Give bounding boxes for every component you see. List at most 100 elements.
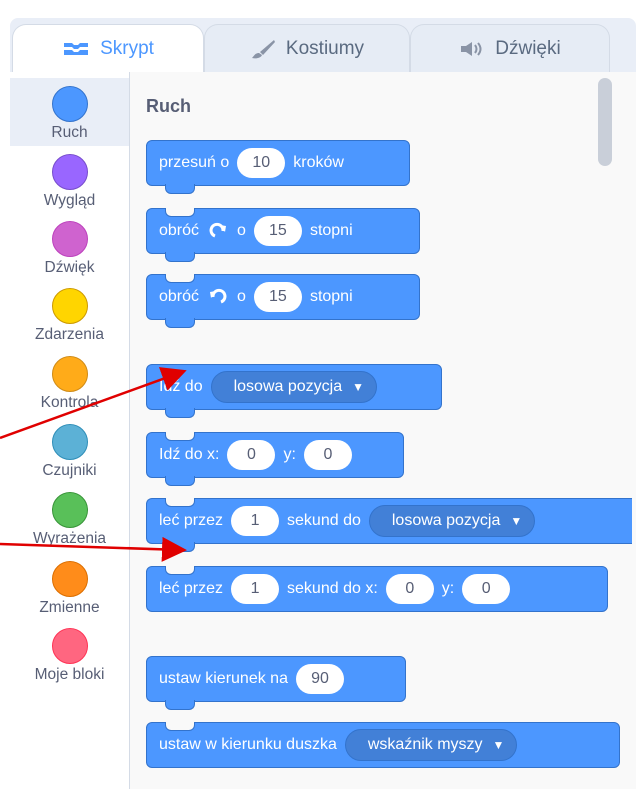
block-text: y: [283,446,296,463]
block-text: leć przez [159,512,224,529]
y-input[interactable]: 0 [303,440,352,470]
block-connector [165,318,195,328]
motion-dot-icon [51,86,88,122]
block-turn-right[interactable]: obróć o 15 stopni [146,208,420,262]
category-control[interactable]: Kontrola [10,348,129,416]
events-dot-icon [51,288,88,324]
caret-down-icon: ▼ [352,380,364,394]
block-notch [165,566,195,575]
speaker-icon [459,40,485,58]
block-text: kroków [293,154,344,171]
category-label: Zdarzenia [35,326,104,343]
palette-section-title: Ruch [146,96,191,116]
variables-dot-icon [51,561,88,597]
category-label: Dźwięk [44,259,95,276]
category-label: Wygląd [43,192,96,209]
dropdown-value: losowa pozycja [391,512,501,529]
block-point-direction[interactable]: ustaw kierunek na 90 [146,656,406,710]
block-notch [165,208,195,217]
block-text: Idź do [159,378,203,395]
y-input[interactable]: 0 [462,574,511,604]
block-text: obróć [159,288,200,305]
block-glide-to[interactable]: leć przez 1 sekund do losowa pozycja ▼ [146,498,632,552]
tab-costumes[interactable]: Kostiumy [204,24,410,72]
steps-input[interactable]: 10 [237,148,286,178]
direction-input[interactable]: 90 [295,664,344,694]
category-operators[interactable]: Wyrażenia [10,484,129,552]
point-towards-dropdown[interactable]: wskaźnik myszy ▼ [344,729,518,761]
degrees-input[interactable]: 15 [253,282,302,312]
block-text: ustaw kierunek na [159,670,288,687]
block-notch [165,432,195,441]
category-label: Moje bloki [34,666,105,683]
caret-down-icon: ▼ [510,514,523,528]
dropdown-value: wskaźnik myszy [367,736,483,753]
x-input[interactable]: 0 [227,440,276,470]
operators-dot-icon [51,492,88,528]
block-text: leć przez [159,580,224,597]
block-text: Idź do x: [159,446,220,463]
block-text: przesuń o [159,154,230,171]
category-label: Kontrola [40,394,99,411]
category-my-blocks[interactable]: Moje bloki [10,620,129,688]
block-text: stopni [309,288,353,305]
block-text: ustaw w kierunku duszka [159,736,337,753]
x-input[interactable]: 0 [385,574,434,604]
category-sound[interactable]: Dźwięk [10,213,129,281]
looks-dot-icon [51,154,88,190]
category-variables[interactable]: Zmienne [10,553,129,621]
block-connector [165,184,195,194]
tab-code[interactable]: Skrypt [12,24,204,72]
tab-code-label: Skrypt [100,37,154,59]
block-connector [165,700,195,710]
tab-sounds[interactable]: Dźwięki [410,24,610,72]
caret-down-icon: ▼ [492,738,505,752]
block-text: stopni [309,222,353,239]
block-notch [165,498,195,507]
category-label: Zmienne [39,599,100,616]
code-icon [62,40,90,58]
rotate-left-icon [207,288,229,306]
tab-costumes-label: Kostiumy [285,37,365,59]
category-label: Ruch [51,124,88,141]
block-connector [165,408,195,418]
block-text: sekund do [287,512,361,529]
block-notch [165,274,195,283]
block-goto-xy[interactable]: Idź do x: 0 y: 0 [146,432,404,486]
goto-dropdown[interactable]: losowa pozycja ▼ [210,371,377,403]
category-looks[interactable]: Wygląd [10,146,129,214]
block-text: y: [441,580,455,597]
palette-scrollbar[interactable] [598,78,612,166]
seconds-input[interactable]: 1 [231,574,280,604]
block-connector [165,252,195,262]
rotate-right-icon [207,222,229,240]
block-goto[interactable]: Idź do losowa pozycja ▼ [146,364,442,418]
block-text: o [237,222,246,239]
editor-tabs: Skrypt Kostiumy Dźwięki [0,0,638,72]
control-dot-icon [51,356,88,392]
block-connector [165,542,195,552]
category-label: Wyrażenia [32,530,107,547]
block-text: o [237,288,246,305]
category-motion[interactable]: Ruch [10,78,129,146]
block-text: sekund do x: [287,580,378,597]
block-connector [165,476,195,486]
block-glide-xy[interactable]: leć przez 1 sekund do x: 0 y: 0 [146,566,608,612]
dropdown-value: losowa pozycja [233,378,343,395]
block-move-steps[interactable]: przesuń o 10 kroków [146,140,410,194]
sound-dot-icon [51,221,88,257]
seconds-input[interactable]: 1 [231,506,280,536]
block-point-towards[interactable]: ustaw w kierunku duszka wskaźnik myszy ▼ [146,722,620,768]
block-text: obróć [159,222,200,239]
sensing-dot-icon [51,424,88,460]
category-menu: Ruch Wygląd Dźwięk Zdarzenia Kontrola Cz… [10,72,130,789]
category-label: Czujniki [42,462,97,479]
category-sensing[interactable]: Czujniki [10,416,129,484]
tab-sounds-label: Dźwięki [495,37,561,59]
paintbrush-icon [250,38,276,60]
glide-dropdown[interactable]: losowa pozycja ▼ [368,505,536,537]
block-notch [165,722,195,731]
block-turn-left[interactable]: obróć o 15 stopni [146,274,420,328]
category-events[interactable]: Zdarzenia [10,280,129,348]
degrees-input[interactable]: 15 [253,216,302,246]
